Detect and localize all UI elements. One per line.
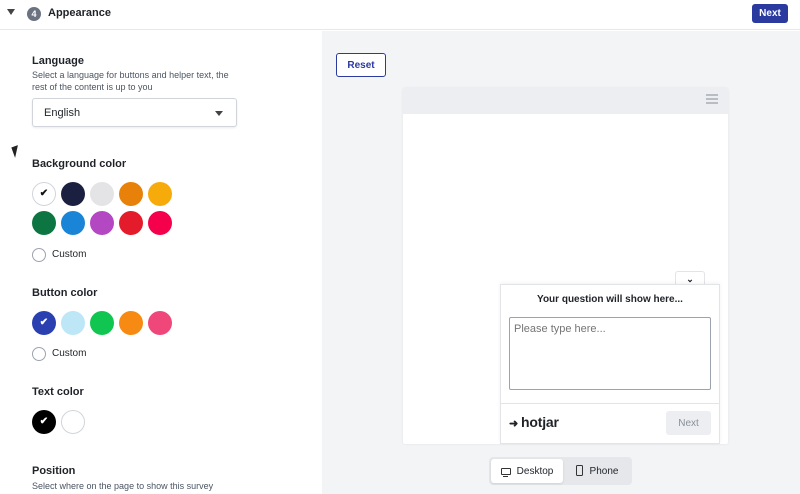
next-step-button[interactable]: Next [752,4,788,23]
background-color-title: Background color [32,158,127,170]
step-header[interactable]: 4 Appearance Next [0,0,800,30]
hotjar-wordmark: hotjar [521,414,559,430]
text-color-swatch[interactable] [61,410,85,434]
language-title: Language [32,55,84,67]
checkmark-icon: ✔ [39,188,49,199]
background-color-swatch[interactable] [61,211,85,235]
survey-answer-input[interactable] [509,317,711,390]
survey-question: Your question will show here... [537,294,683,305]
hamburger-menu-icon [706,94,718,106]
background-custom-radio[interactable] [32,248,46,262]
button-color-swatch[interactable] [90,311,114,335]
hotjar-logo: ➜ hotjar [509,414,559,430]
chevron-down-icon: ⌄ [686,274,694,284]
collapse-chevron-icon[interactable] [7,9,15,15]
widget-divider [500,403,720,404]
survey-next-button[interactable]: Next [666,411,711,435]
step-number-badge: 4 [27,7,41,21]
button-color-swatch[interactable] [119,311,143,335]
background-color-swatch[interactable] [119,211,143,235]
phone-preview-button[interactable]: Phone [566,459,628,483]
position-title: Position [32,465,76,477]
phone-label: Phone [589,466,619,477]
language-selected-value: English [44,107,81,119]
button-color-swatch[interactable] [148,311,172,335]
button-color-swatch[interactable] [61,311,85,335]
background-color-swatch[interactable]: ✔ [32,182,56,206]
step-title: Appearance [48,7,111,19]
checkmark-icon: ✔ [39,416,49,427]
background-color-swatch[interactable] [32,211,56,235]
button-custom-radio[interactable] [32,347,46,361]
background-color-swatch[interactable] [90,182,114,206]
background-color-swatch[interactable] [90,211,114,235]
checkmark-icon: ✔ [39,317,49,328]
desktop-label: Desktop [516,465,554,477]
button-color-title: Button color [32,287,98,299]
text-color-title: Text color [32,386,84,398]
widget-collapse-tab[interactable]: ⌄ [675,271,705,285]
button-custom-label[interactable]: Custom [52,348,86,359]
dropdown-caret-icon [215,111,223,116]
monitor-icon [500,467,511,477]
background-color-swatch[interactable] [148,211,172,235]
hotjar-mark-icon: ➜ [509,418,519,430]
background-color-swatch[interactable] [61,182,85,206]
position-description: Select where on the page to show this su… [32,481,214,491]
background-custom-label[interactable]: Custom [52,249,86,260]
language-select[interactable]: English [32,98,237,127]
background-color-swatch[interactable] [148,182,172,206]
text-color-swatch[interactable]: ✔ [32,410,56,434]
button-color-swatch[interactable]: ✔ [32,311,56,335]
reset-button[interactable]: Reset [336,53,386,77]
preview-browser-bar [403,88,728,114]
language-description: Select a language for buttons and helper… [32,70,229,92]
desktop-preview-button[interactable]: Desktop [491,459,563,483]
background-color-swatch[interactable] [119,182,143,206]
phone-icon [575,465,583,476]
